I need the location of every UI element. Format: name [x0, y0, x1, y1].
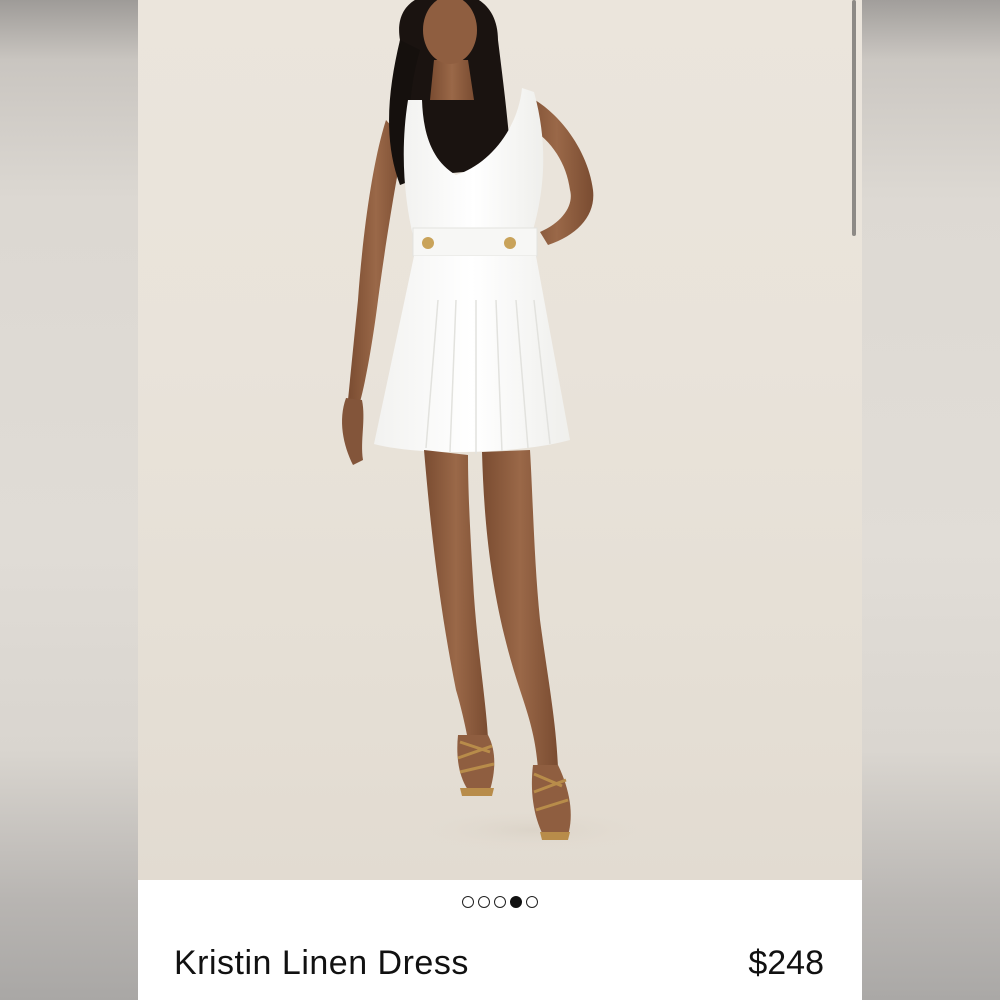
pagination-dot-active[interactable] — [510, 896, 522, 908]
product-screen: Kristin Linen Dress $248 — [138, 0, 862, 1000]
product-name: Kristin Linen Dress — [174, 944, 469, 982]
pagination-dot[interactable] — [478, 896, 490, 908]
blurred-background-right — [862, 0, 1000, 1000]
pagination-dot[interactable] — [462, 896, 474, 908]
product-image[interactable] — [138, 0, 862, 880]
scrollbar[interactable] — [852, 0, 856, 236]
model-illustration — [342, 0, 653, 852]
blurred-background-left — [0, 0, 138, 1000]
pagination-dot[interactable] — [526, 896, 538, 908]
product-price: $248 — [748, 944, 824, 982]
gallery-pagination — [138, 893, 862, 913]
pagination-dot[interactable] — [494, 896, 506, 908]
